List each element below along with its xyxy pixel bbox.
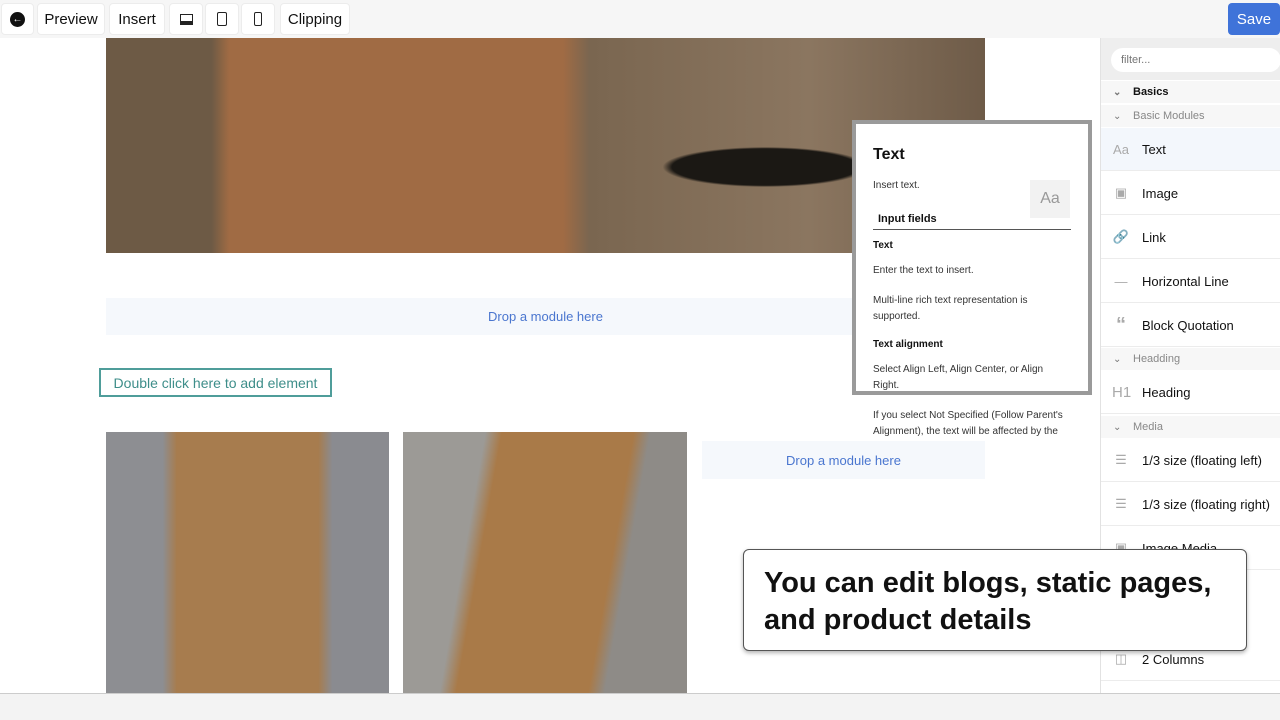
- field-description: Select Align Left, Align Center, or Alig…: [873, 364, 1044, 391]
- mobile-view-button[interactable]: [241, 3, 275, 35]
- back-button[interactable]: ←: [1, 3, 34, 35]
- arrow-left-circle-icon: ←: [10, 11, 25, 27]
- image-icon: ▣: [1114, 185, 1128, 200]
- field-description: Multi-line rich text representation is s…: [873, 295, 1028, 322]
- status-bar: [0, 693, 1280, 720]
- filter-input[interactable]: [1111, 48, 1280, 72]
- module-horizontal-line[interactable]: — Horizontal Line: [1101, 260, 1280, 303]
- module-image[interactable]: ▣ Image: [1101, 172, 1280, 215]
- columns-icon: ◫: [1114, 651, 1128, 666]
- tablet-view-button[interactable]: [205, 3, 239, 35]
- chevron-down-icon: ⌄: [1113, 421, 1122, 433]
- group-basics[interactable]: ⌄ Basics: [1101, 81, 1280, 103]
- group-media[interactable]: ⌄ Media: [1101, 416, 1280, 438]
- heading-icon: H1: [1112, 383, 1132, 401]
- link-icon: 🔗: [1112, 229, 1130, 244]
- quote-icon: “: [1116, 313, 1126, 336]
- module-block-quotation[interactable]: “Block Quotation: [1101, 304, 1280, 347]
- product-image[interactable]: [403, 432, 687, 693]
- chevron-down-icon: ⌄: [1113, 110, 1122, 122]
- float-left-icon: ☰: [1115, 452, 1127, 467]
- desktop-icon: [179, 13, 193, 25]
- group-basic-modules[interactable]: ⌄ Basic Modules: [1101, 105, 1280, 127]
- group-headding[interactable]: ⌄ Headding: [1101, 348, 1280, 370]
- chevron-down-icon: ⌄: [1113, 86, 1122, 98]
- add-element-button[interactable]: Double click here to add element: [99, 368, 332, 397]
- field-description: If you select Not Specified (Follow Pare…: [873, 410, 1063, 437]
- toolbar: ← Preview Insert Clipping Save: [0, 0, 1280, 38]
- module-float-left[interactable]: ☰ 1/3 size (floating left): [1101, 439, 1280, 482]
- clipping-button[interactable]: Clipping: [280, 3, 350, 35]
- text-icon: Aa: [1113, 141, 1129, 157]
- module-link[interactable]: 🔗 Link: [1101, 216, 1280, 259]
- mobile-icon: [254, 12, 262, 26]
- field-title: Text: [873, 240, 893, 251]
- module-text[interactable]: Aa Text: [1101, 128, 1280, 171]
- chevron-down-icon: ⌄: [1113, 353, 1122, 365]
- field-description: Enter the text to insert.: [873, 265, 974, 276]
- insert-button[interactable]: Insert: [109, 3, 165, 35]
- save-button[interactable]: Save: [1228, 3, 1280, 35]
- module-help-panel: Text Insert text. Aa Input fields Text E…: [852, 120, 1092, 437]
- text-module-icon: Aa: [1030, 180, 1070, 218]
- help-title: Text: [873, 146, 905, 163]
- drop-zone[interactable]: Drop a module here: [702, 441, 985, 479]
- desktop-view-button[interactable]: [169, 3, 203, 35]
- module-heading[interactable]: H1 Heading: [1101, 371, 1280, 414]
- product-image[interactable]: [106, 432, 389, 693]
- module-float-right[interactable]: ☰ 1/3 size (floating right): [1101, 483, 1280, 526]
- horizontal-line-icon: —: [1114, 273, 1128, 289]
- float-right-icon: ☰: [1115, 496, 1127, 511]
- tablet-icon: [217, 12, 227, 26]
- caption-callout: You can edit blogs, static pages, and pr…: [743, 549, 1247, 651]
- field-title: Text alignment: [873, 339, 943, 350]
- preview-button[interactable]: Preview: [37, 3, 105, 35]
